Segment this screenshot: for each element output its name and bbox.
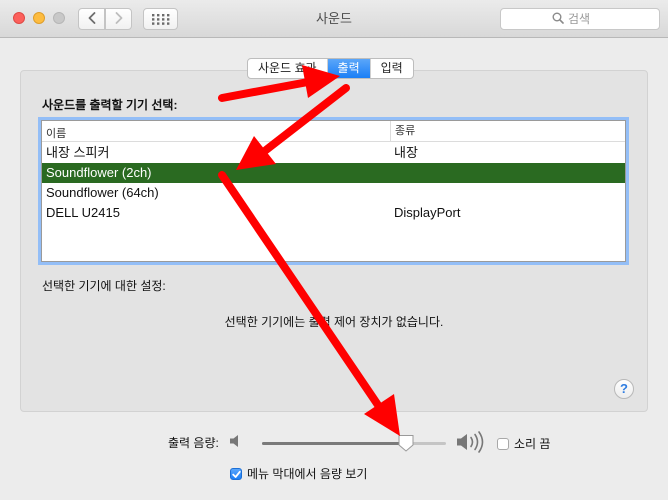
menu-bar-checkbox-box[interactable] (230, 467, 242, 480)
device-select-label: 사운드를 출력할 기기 선택: (42, 98, 178, 112)
help-button[interactable]: ? (614, 379, 634, 399)
no-output-controls-message: 선택한 기기에는 출력 제어 장치가 없습니다. (224, 315, 444, 329)
search-input[interactable] (568, 12, 608, 26)
output-volume-label: 출력 음량: (168, 436, 219, 450)
table-header: 이름 종류 (42, 121, 625, 142)
mute-checkbox-box[interactable] (497, 437, 509, 450)
output-volume-slider[interactable] (262, 442, 446, 445)
speaker-high-icon (456, 431, 490, 456)
volume-slider-thumb[interactable] (397, 434, 415, 452)
speaker-low-icon (229, 433, 245, 452)
device-row[interactable]: DELL U2415 DisplayPort (42, 203, 625, 223)
tab-input[interactable]: 입력 (371, 59, 413, 78)
device-row-selected[interactable]: Soundflower (2ch) (42, 163, 625, 183)
device-type: DisplayPort (394, 205, 461, 220)
search-field[interactable] (500, 8, 660, 30)
device-name: Soundflower (2ch) (46, 165, 152, 180)
device-row[interactable]: Soundflower (64ch) (42, 183, 625, 203)
mute-label: 소리 끔 (514, 437, 551, 451)
segmented-tabs: 사운드 효과 출력 입력 (247, 58, 414, 79)
show-volume-in-menu-bar-checkbox[interactable]: 메뉴 막대에서 음량 보기 (230, 465, 367, 482)
tab-output[interactable]: 출력 (327, 59, 371, 78)
column-header-type[interactable]: 종류 (390, 121, 415, 141)
column-header-name[interactable]: 이름 (46, 125, 66, 141)
device-settings-label: 선택한 기기에 대한 설정: (42, 279, 166, 293)
menu-bar-volume-label: 메뉴 막대에서 음량 보기 (247, 467, 368, 481)
checkmark-icon (232, 470, 241, 478)
mute-checkbox[interactable]: 소리 끔 (497, 435, 550, 452)
titlebar: 사운드 (0, 0, 668, 38)
device-type: 내장 (394, 145, 418, 160)
device-name: Soundflower (64ch) (46, 185, 159, 200)
volume-slider-fill (262, 442, 406, 445)
device-row[interactable]: 내장 스피커 내장 (42, 143, 625, 163)
tab-sound-effects[interactable]: 사운드 효과 (248, 59, 328, 78)
device-name: DELL U2415 (46, 205, 120, 220)
sound-preferences-window: 사운드 사운드 효과 출력 입력 사운드를 출력할 기기 선택: 이름 종류 내… (0, 0, 668, 500)
device-name: 내장 스피커 (46, 145, 110, 160)
output-device-table[interactable]: 이름 종류 내장 스피커 내장 Soundflower (2ch) Soundf… (41, 120, 626, 262)
magnifier-icon (552, 12, 564, 27)
